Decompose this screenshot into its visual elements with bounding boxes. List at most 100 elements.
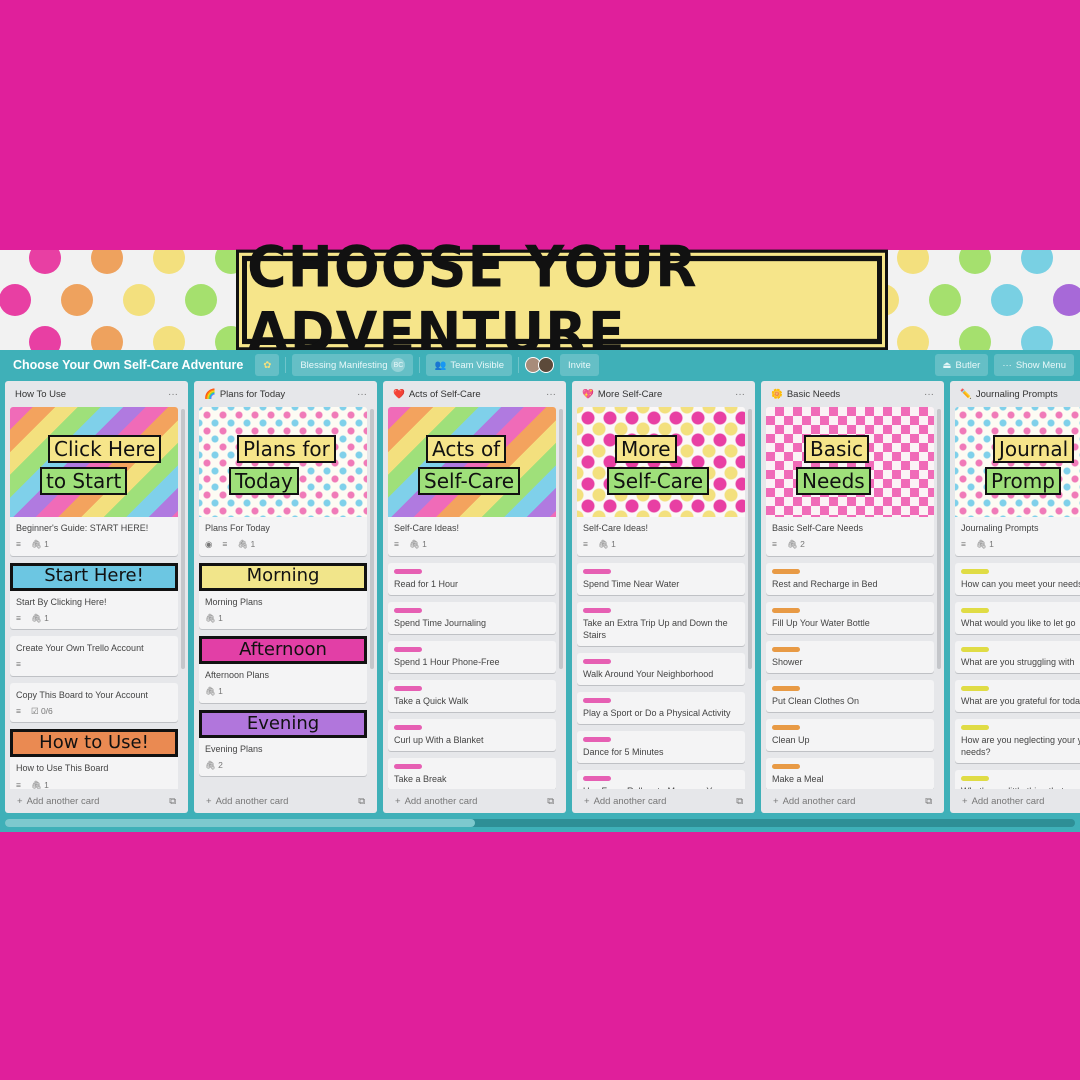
card-label[interactable] xyxy=(583,659,611,665)
team-button[interactable]: Blessing Manifesting BC xyxy=(292,354,414,376)
card-template-icon[interactable]: ⧉ xyxy=(736,796,743,807)
card[interactable]: Start Here! Start By Clicking Here! ≡ 🖇 1 xyxy=(10,562,178,630)
card-label[interactable] xyxy=(772,607,800,613)
card[interactable]: Copy This Board to Your Account ≡ ☑ 0/6 xyxy=(10,682,178,723)
card[interactable]: Plans for Today Plans For Today ◉ ≡ 🖇 1 xyxy=(199,407,367,556)
card-label[interactable] xyxy=(772,764,800,770)
card[interactable]: Take a Break xyxy=(388,758,556,789)
visibility-button[interactable]: 👥 Team Visible xyxy=(426,354,513,376)
list-scrollbar[interactable] xyxy=(370,409,374,669)
card[interactable]: Evening Evening Plans 🖇 2 xyxy=(199,709,367,777)
butler-button[interactable]: ⏏ Butler xyxy=(934,354,989,376)
card-template-icon[interactable]: ⧉ xyxy=(169,796,176,807)
card[interactable]: What would you like to let go xyxy=(955,601,1080,634)
card[interactable]: What's one little thing that y xyxy=(955,770,1080,789)
card-label[interactable] xyxy=(394,725,422,731)
list-scrollbar[interactable] xyxy=(181,409,185,669)
add-card-button[interactable]: +Add another card⧉ xyxy=(5,789,188,813)
add-card-button[interactable]: +Add another card⧉ xyxy=(950,789,1080,813)
card-label[interactable] xyxy=(772,568,800,574)
card[interactable]: Curl up With a Blanket xyxy=(388,719,556,752)
horizontal-scrollbar[interactable] xyxy=(5,819,1075,827)
board-title[interactable]: Choose Your Own Self-Care Adventure xyxy=(13,358,243,372)
card[interactable]: Walk Around Your Neighborhood xyxy=(577,653,745,686)
card-label[interactable] xyxy=(961,725,989,731)
card-label[interactable] xyxy=(394,607,422,613)
card[interactable]: Morning Morning Plans 🖇 1 xyxy=(199,562,367,630)
card-label[interactable] xyxy=(961,776,989,782)
list-menu-icon[interactable]: ··· xyxy=(546,389,556,400)
card-template-icon[interactable]: ⧉ xyxy=(547,796,554,807)
list-title[interactable]: Acts of Self-Care xyxy=(409,389,481,400)
card-label[interactable] xyxy=(961,607,989,613)
invite-button[interactable]: Invite xyxy=(560,354,599,376)
card-label[interactable] xyxy=(394,686,422,692)
card[interactable]: Click Here to Start Beginner's Guide: STAR… xyxy=(10,407,178,556)
card[interactable]: Rest and Recharge in Bed xyxy=(766,562,934,595)
card[interactable]: Take a Quick Walk xyxy=(388,680,556,713)
card-template-icon[interactable]: ⧉ xyxy=(925,796,932,807)
avatar[interactable] xyxy=(538,357,555,373)
card[interactable]: Play a Sport or Do a Physical Activity xyxy=(577,692,745,725)
card[interactable]: Journal Promp Journaling Prompts ≡ 🖇 1 xyxy=(955,407,1080,556)
card[interactable]: What are you struggling with xyxy=(955,640,1080,674)
card-label[interactable] xyxy=(772,686,800,692)
card[interactable]: Shower xyxy=(766,640,934,674)
card-label[interactable] xyxy=(583,607,611,613)
card[interactable]: Acts of Self-Care Self-Care Ideas! ≡ 🖇 1 xyxy=(388,407,556,556)
card[interactable]: Use Foam Rollers to Massage Your Muscles xyxy=(577,770,745,789)
card[interactable]: How can you meet your needs today? xyxy=(955,562,1080,595)
star-button[interactable]: ✿ xyxy=(255,354,280,376)
card[interactable]: Put Clean Clothes On xyxy=(766,680,934,713)
card[interactable]: How are you neglecting your your needs? xyxy=(955,719,1080,764)
list-menu-icon[interactable]: ··· xyxy=(735,389,745,400)
card-label[interactable] xyxy=(583,737,611,743)
card-label[interactable] xyxy=(772,646,800,652)
card-label[interactable] xyxy=(961,646,989,652)
add-card-button[interactable]: +Add another card⧉ xyxy=(761,789,944,813)
card-label[interactable] xyxy=(394,568,422,574)
card[interactable]: Make a Meal xyxy=(766,758,934,789)
card-label[interactable] xyxy=(583,568,611,574)
card-label[interactable] xyxy=(583,776,611,782)
card-label[interactable] xyxy=(961,686,989,692)
list-scrollbar[interactable] xyxy=(559,409,563,669)
card-template-icon[interactable]: ⧉ xyxy=(358,796,365,807)
card[interactable]: Fill Up Your Water Bottle xyxy=(766,601,934,634)
list-menu-icon[interactable]: ··· xyxy=(357,389,367,400)
card-label[interactable] xyxy=(583,698,611,704)
list-title[interactable]: Plans for Today xyxy=(220,389,285,400)
list-title[interactable]: More Self-Care xyxy=(598,389,662,400)
card[interactable]: Take an Extra Trip Up and Down the Stair… xyxy=(577,601,745,647)
card[interactable]: Dance for 5 Minutes xyxy=(577,731,745,764)
butler-label: Butler xyxy=(955,359,981,371)
list-title[interactable]: How To Use xyxy=(15,389,66,400)
card[interactable]: Spend Time Near Water xyxy=(577,562,745,595)
scrollbar-thumb[interactable] xyxy=(5,819,475,827)
card[interactable]: Spend 1 Hour Phone-Free xyxy=(388,640,556,674)
card[interactable]: Afternoon Afternoon Plans 🖇 1 xyxy=(199,636,367,703)
add-card-button[interactable]: +Add another card⧉ xyxy=(572,789,755,813)
list-scrollbar[interactable] xyxy=(937,409,941,669)
list-title[interactable]: Journaling Prompts xyxy=(976,389,1058,400)
card[interactable]: Read for 1 Hour xyxy=(388,562,556,595)
list-scrollbar[interactable] xyxy=(748,409,752,669)
member-avatars[interactable] xyxy=(525,357,555,373)
list-menu-icon[interactable]: ··· xyxy=(168,389,178,400)
card[interactable]: Create Your Own Trello Account ≡ xyxy=(10,636,178,676)
list-menu-icon[interactable]: ··· xyxy=(924,389,934,400)
card[interactable]: What are you grateful for today xyxy=(955,680,1080,713)
add-card-button[interactable]: +Add another card⧉ xyxy=(383,789,566,813)
card[interactable]: Spend Time Journaling xyxy=(388,601,556,634)
list-title[interactable]: Basic Needs xyxy=(787,389,840,400)
show-menu-button[interactable]: ··· Show Menu xyxy=(994,354,1074,376)
card[interactable]: Clean Up xyxy=(766,719,934,752)
card[interactable]: Basic Needs Basic Self-Care Needs ≡ 🖇 2 xyxy=(766,407,934,556)
card[interactable]: How to Use! How to Use This Board ≡ 🖇 1 xyxy=(10,729,178,789)
card-label[interactable] xyxy=(394,764,422,770)
card-label[interactable] xyxy=(772,725,800,731)
card[interactable]: More Self-Care Self-Care Ideas! ≡ 🖇 1 xyxy=(577,407,745,556)
card-label[interactable] xyxy=(961,568,989,574)
add-card-button[interactable]: +Add another card⧉ xyxy=(194,789,377,813)
card-label[interactable] xyxy=(394,646,422,652)
